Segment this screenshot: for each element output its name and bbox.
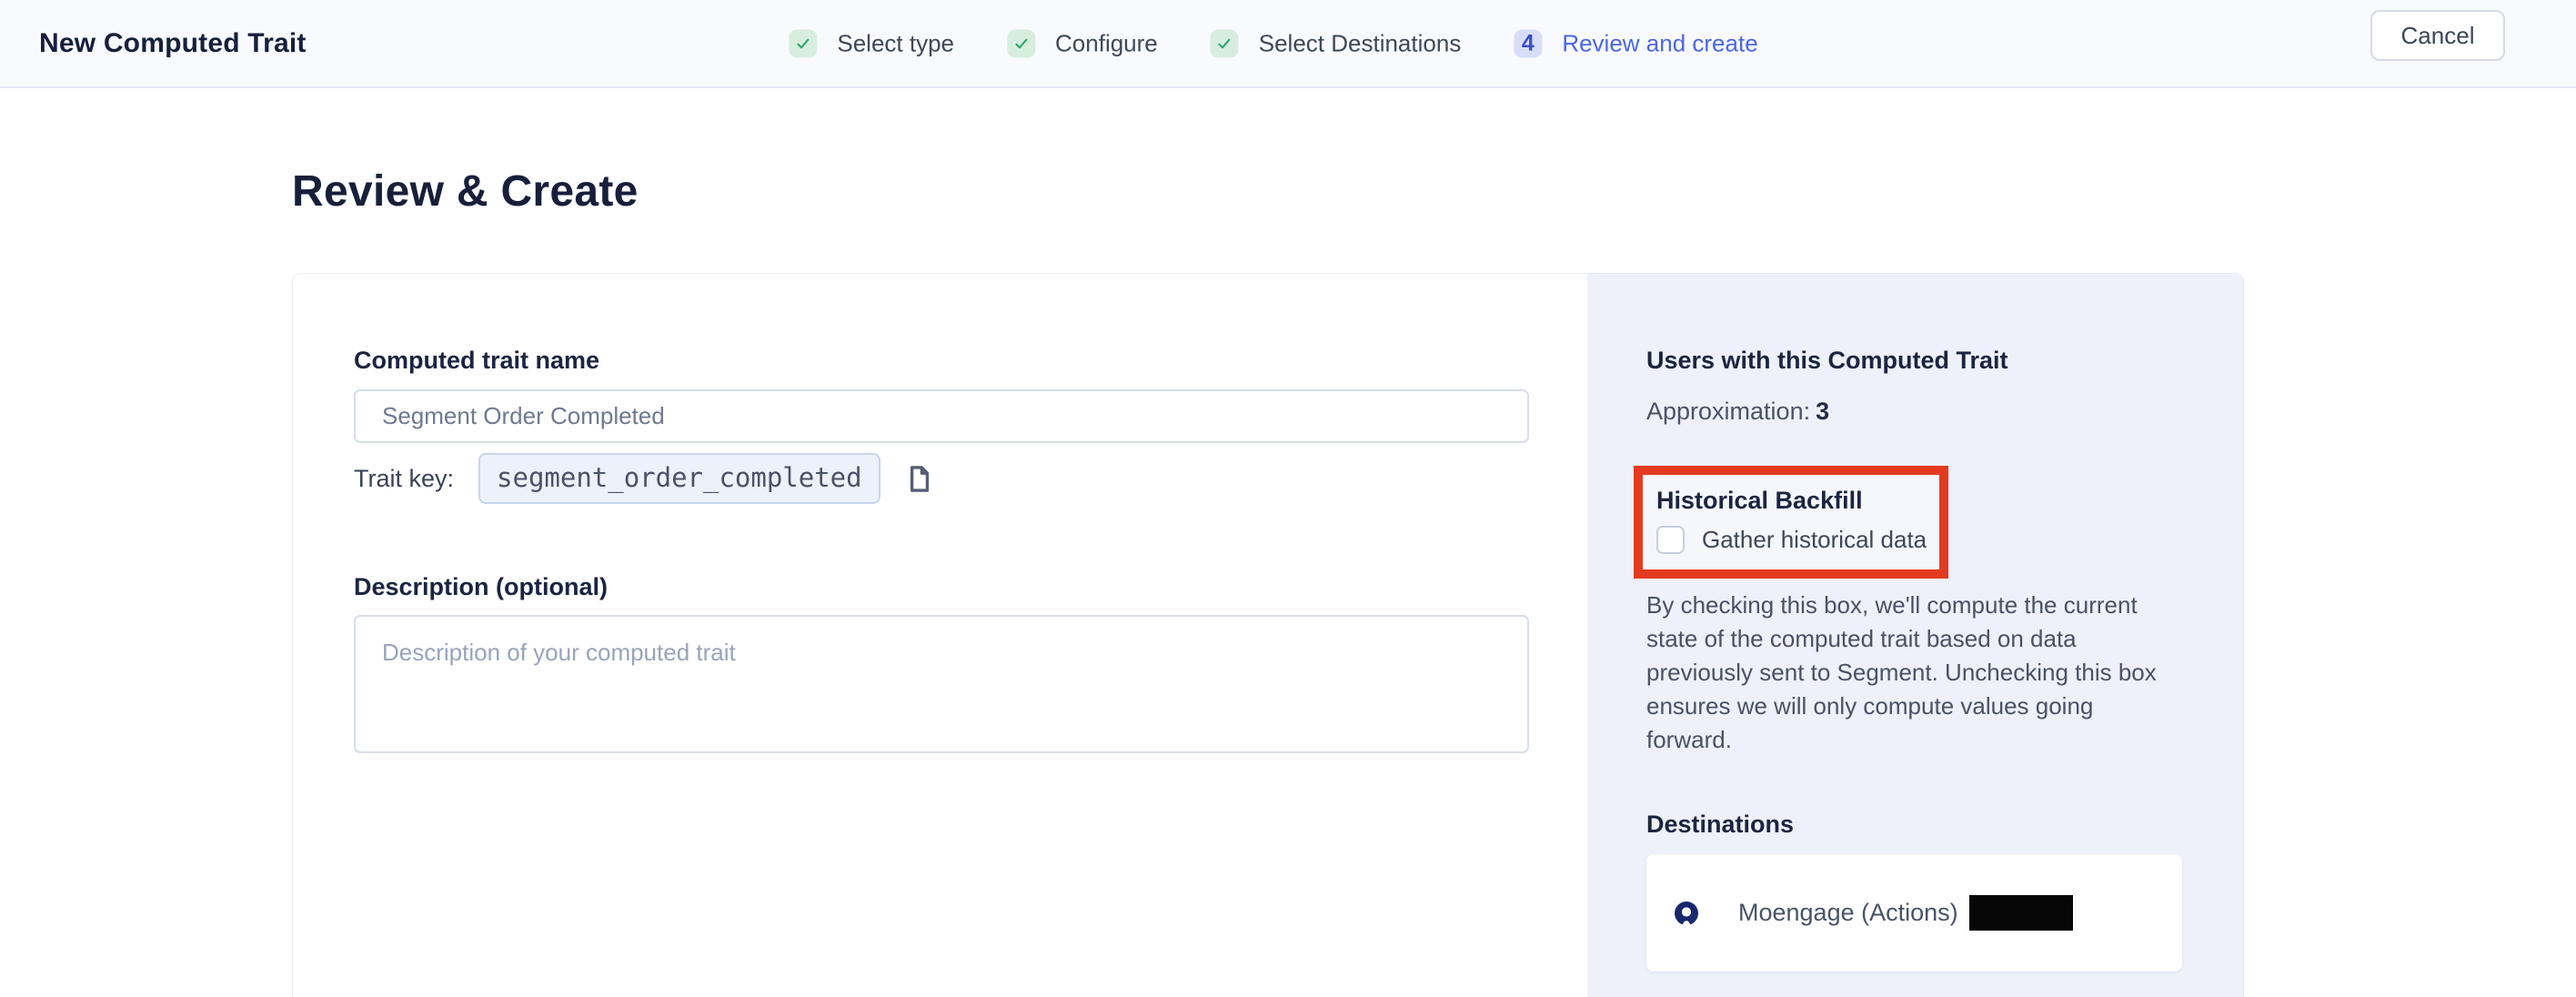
step-label: Configure	[1055, 29, 1158, 57]
trait-name-label: Computed trait name	[354, 347, 1529, 375]
destination-card: Moengage (Actions)	[1646, 854, 2182, 972]
check-icon	[789, 29, 817, 57]
trait-name-input[interactable]	[354, 389, 1529, 443]
description-label: Description (optional)	[354, 573, 1529, 601]
cancel-button[interactable]: Cancel	[2370, 10, 2505, 61]
backfill-checkbox-row: Gather historical data	[1656, 526, 1921, 554]
destination-name: Moengage (Actions)	[1738, 899, 1958, 927]
review-create-heading: Review & Create	[292, 166, 2576, 217]
step-label: Select Destinations	[1259, 29, 1462, 57]
users-heading: Users with this Computed Trait	[1646, 347, 2182, 375]
step-indicator: Select type Configure Select Destination…	[789, 29, 1757, 57]
step-number-badge: 4	[1514, 29, 1542, 57]
trait-key-row: Trait key: segment_order_completed	[354, 453, 1529, 504]
gather-historical-data-checkbox[interactable]	[1656, 526, 1685, 554]
summary-panel: Users with this Computed Trait Approxima…	[1587, 274, 2244, 997]
description-textarea[interactable]	[354, 615, 1529, 753]
approximation-value: 3	[1816, 398, 1829, 425]
backfill-description: By checking this box, we'll compute the …	[1646, 589, 2178, 757]
trait-form-card: Computed trait name Trait key: segment_o…	[293, 274, 1587, 997]
page-title: New Computed Trait	[39, 28, 307, 59]
historical-backfill-highlight-box: Historical Backfill Gather historical da…	[1634, 466, 1948, 579]
step-select-type[interactable]: Select type	[789, 29, 954, 57]
check-icon	[1211, 29, 1239, 57]
step-select-destinations[interactable]: Select Destinations	[1211, 29, 1462, 57]
review-container: Computed trait name Trait key: segment_o…	[292, 273, 2244, 997]
wizard-header: New Computed Trait Select type Configure…	[0, 0, 2576, 88]
gather-historical-data-label[interactable]: Gather historical data	[1702, 526, 1927, 554]
trait-key-label: Trait key:	[354, 465, 454, 493]
step-label: Review and create	[1562, 29, 1757, 57]
destinations-heading: Destinations	[1646, 811, 2182, 839]
trait-key-value: segment_order_completed	[478, 453, 880, 504]
step-label: Select type	[837, 29, 954, 57]
approximation-label: Approximation:	[1646, 398, 1810, 425]
moengage-logo-icon	[1675, 901, 1698, 925]
copy-icon[interactable]	[909, 466, 931, 492]
approximation-row: Approximation:3	[1646, 398, 2182, 426]
check-icon	[1007, 29, 1035, 57]
step-review-and-create[interactable]: 4 Review and create	[1514, 29, 1757, 57]
step-configure[interactable]: Configure	[1007, 29, 1158, 57]
redacted-text-block	[1969, 895, 2073, 931]
historical-backfill-heading: Historical Backfill	[1656, 487, 1921, 515]
